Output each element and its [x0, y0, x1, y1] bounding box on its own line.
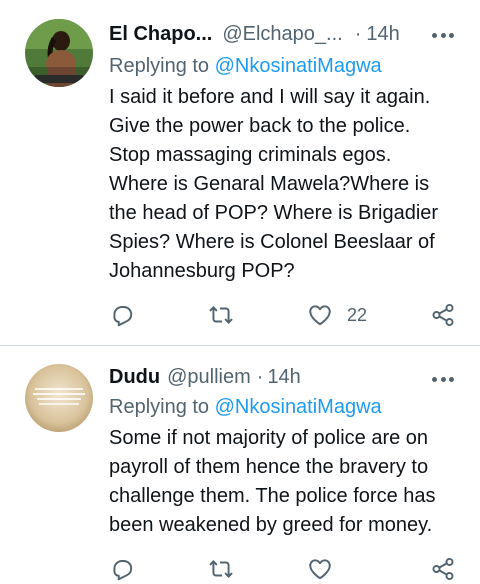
share-button[interactable]	[430, 300, 456, 330]
tweet-header: Dudu @pulliem · 14h	[109, 362, 464, 392]
share-icon	[432, 557, 454, 581]
replying-label: Replying to	[109, 396, 210, 418]
reply-icon	[113, 306, 133, 327]
author-name[interactable]: El Chapo...	[109, 23, 212, 46]
replying-to: Replying to @NkosinatiMagwa	[109, 393, 382, 421]
tweet-actions: 22	[0, 300, 480, 330]
avatar-photo	[25, 364, 93, 432]
author-handle[interactable]: @pulliem	[167, 366, 251, 389]
replying-label: Replying to	[109, 55, 210, 77]
tweet[interactable]: El Chapo... @Elchapo_... · 14h Replying …	[0, 0, 480, 346]
like-button[interactable]	[307, 554, 333, 584]
tweet-text-line: Some if not majority of police are on	[109, 427, 429, 449]
tweet-text-line: Give the power back to the police.	[109, 115, 411, 137]
tweet-text-line: I said it before and I will say it again…	[109, 86, 431, 108]
reply-button[interactable]	[109, 300, 135, 330]
avatar-photo	[25, 19, 93, 87]
like-count: 22	[347, 304, 368, 325]
replying-to: Replying to @NkosinatiMagwa	[109, 52, 382, 80]
tweet-text-line: Johannesburg POP?	[109, 260, 295, 282]
more-icon[interactable]	[432, 33, 454, 39]
like-button[interactable]: 22	[307, 300, 367, 330]
separator-dot: ·	[354, 22, 362, 45]
avatar[interactable]	[25, 364, 93, 432]
like-icon	[309, 559, 331, 580]
more-icon[interactable]	[432, 377, 454, 383]
tweet-text-line: challenge them. The police force has	[109, 485, 436, 507]
retweet-icon	[209, 560, 233, 578]
retweet-icon	[209, 306, 233, 324]
tweet-text: Some if not majority of police are on pa…	[109, 424, 469, 540]
tweet[interactable]: Dudu @pulliem · 14h Replying to @Nkosina…	[0, 347, 480, 581]
share-button[interactable]	[430, 554, 456, 584]
tweet-header: El Chapo... @Elchapo_... · 14h	[109, 19, 464, 49]
tweet-text-line: been weakened by greed for money.	[109, 514, 433, 536]
tweet-actions	[0, 554, 480, 584]
avatar[interactable]	[25, 19, 93, 87]
share-icon	[432, 303, 454, 327]
tweet-divider	[0, 345, 480, 346]
mention-link[interactable]: @NkosinatiMagwa	[215, 396, 382, 418]
like-icon	[309, 305, 331, 326]
tweet-text: I said it before and I will say it again…	[109, 83, 469, 286]
tweet-text-line: the head of POP? Where is Brigadier	[109, 202, 439, 224]
reply-icon	[113, 560, 133, 581]
separator-dot: ·	[256, 365, 264, 388]
tweet-text-line: Stop massaging criminals egos.	[109, 144, 392, 166]
timestamp[interactable]: 14h	[366, 23, 399, 46]
tweet-text-line: Where is Genaral Mawela?Where is	[109, 173, 430, 195]
retweet-button[interactable]	[208, 300, 234, 330]
timestamp[interactable]: 14h	[267, 366, 300, 389]
author-handle[interactable]: @Elchapo_...	[222, 23, 342, 46]
reply-button[interactable]	[109, 554, 135, 584]
tweet-text-line: payroll of them hence the bravery to	[109, 456, 429, 478]
mention-link[interactable]: @NkosinatiMagwa	[215, 55, 382, 77]
author-name[interactable]: Dudu	[109, 366, 160, 389]
tweet-text-line: Spies? Where is Colonel Beeslaar of	[109, 231, 435, 253]
retweet-button[interactable]	[208, 554, 234, 584]
